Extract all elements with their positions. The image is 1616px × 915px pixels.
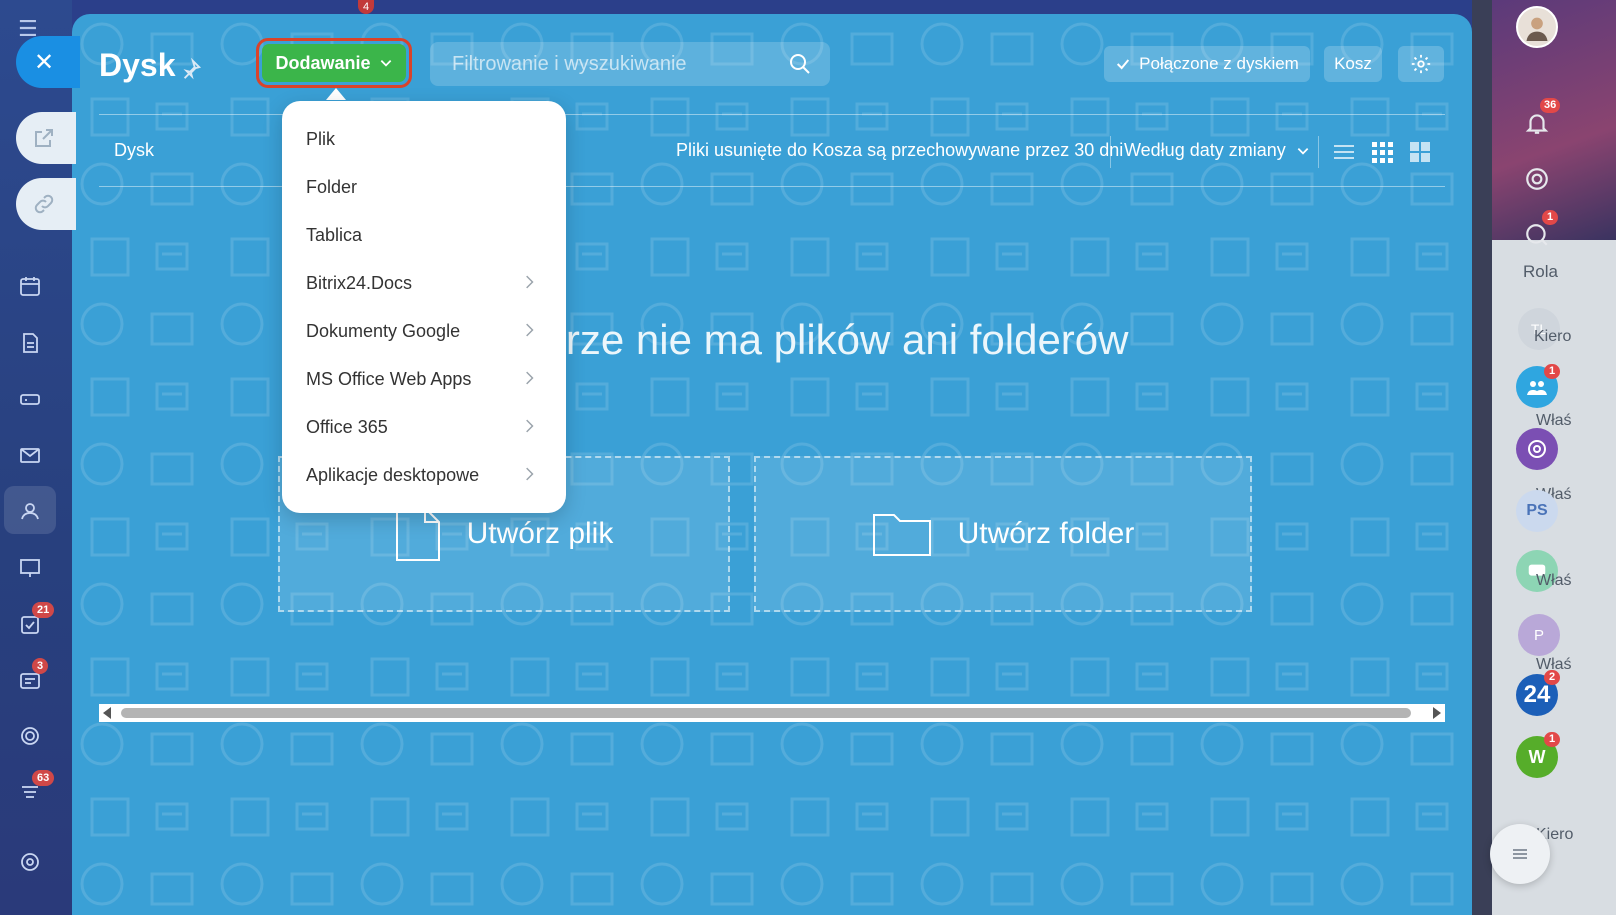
- chat-badge: 1: [1542, 210, 1558, 225]
- check-icon: [1117, 59, 1130, 70]
- search-icon[interactable]: [788, 52, 812, 76]
- menu-item-label: MS Office Web Apps: [306, 368, 472, 389]
- sort-label: Według daty zmiany: [1124, 140, 1286, 160]
- toolbar-separator: [1110, 136, 1111, 168]
- menu-item-file[interactable]: Plik: [282, 115, 566, 163]
- menu-item-board[interactable]: Tablica: [282, 211, 566, 259]
- settings-button[interactable]: [1398, 46, 1444, 82]
- add-dropdown-menu: Plik Folder Tablica Bitrix24.Docs Dokume…: [282, 101, 566, 513]
- menu-item-label: Plik: [306, 128, 336, 149]
- menu-item-label: Bitrix24.Docs: [306, 272, 413, 293]
- create-folder-button[interactable]: Utwórz folder: [754, 456, 1252, 612]
- role-label: Rola: [1523, 262, 1558, 281]
- chevron-right-icon: [526, 467, 534, 481]
- contact-label: Właś: [1536, 412, 1572, 429]
- menu-item-label: Aplikacje desktopowe: [306, 464, 480, 485]
- link-icon: [34, 194, 54, 214]
- openline-icon: [1528, 440, 1546, 458]
- document-icon[interactable]: [14, 327, 46, 359]
- bell-icon: [1525, 114, 1549, 134]
- openline-button[interactable]: [1516, 428, 1558, 470]
- menu-item-label: Tablica: [306, 224, 363, 245]
- trash-retention-info: Pliki usunięte do Kosza są przechowywane…: [676, 140, 1124, 160]
- menu-item-ms-office-web[interactable]: MS Office Web Apps: [282, 355, 566, 403]
- trash-label: Kosz: [1334, 54, 1372, 73]
- notifications-badge: 36: [1540, 98, 1561, 113]
- contact-avatar-p[interactable]: P: [1518, 614, 1560, 656]
- chevron-right-icon: [526, 419, 534, 433]
- group-badge: 1: [1544, 364, 1560, 379]
- close-icon: ✕: [34, 48, 55, 76]
- menu-item-bitrix-docs[interactable]: Bitrix24.Docs: [282, 259, 566, 307]
- users-icon[interactable]: [14, 495, 46, 527]
- search-input[interactable]: [452, 42, 772, 86]
- list-icon: [1513, 849, 1527, 859]
- group-icon: [1527, 381, 1547, 395]
- menu-caret: [326, 88, 346, 100]
- mail-icon[interactable]: [14, 439, 46, 471]
- menu-item-google-docs[interactable]: Dokumenty Google: [282, 307, 566, 355]
- feed-badge: 3: [32, 658, 49, 674]
- presentation-icon[interactable]: [14, 552, 46, 584]
- calendar-icon[interactable]: [14, 270, 46, 302]
- breadcrumb[interactable]: Dysk: [114, 140, 154, 161]
- settings-gear-icon[interactable]: [14, 846, 46, 878]
- menu-item-desktop-apps[interactable]: Aplikacje desktopowe: [282, 451, 566, 499]
- create-file-label: Utwórz plik: [466, 517, 614, 550]
- external-link-icon: [35, 129, 53, 147]
- pin-icon[interactable]: [180, 58, 202, 80]
- connected-drive-label: Połączone z dyskiem: [1139, 54, 1299, 73]
- trash-button[interactable]: Kosz: [1324, 46, 1382, 82]
- target-icon[interactable]: [14, 720, 46, 752]
- chat-icon: [1526, 224, 1548, 246]
- horizontal-scrollbar[interactable]: [99, 704, 1445, 722]
- add-button[interactable]: Dodawanie: [256, 38, 412, 88]
- w-badge: 1: [1544, 732, 1560, 747]
- bitrix-badge: 2: [1544, 670, 1560, 685]
- chevron-right-icon: [526, 371, 534, 385]
- scroll-left-arrow[interactable]: [103, 707, 111, 719]
- radar-icon: [1526, 168, 1548, 190]
- chat-list-fab[interactable]: [1490, 824, 1550, 884]
- grid-view-icon[interactable]: [1370, 140, 1394, 164]
- create-folder-label: Utwórz folder: [957, 517, 1135, 550]
- folder-icon: [872, 514, 931, 556]
- list-view-icon[interactable]: [1332, 140, 1356, 164]
- menu-item-office-365[interactable]: Office 365: [282, 403, 566, 451]
- activity-button[interactable]: [1516, 158, 1558, 200]
- gear-icon: [1411, 54, 1431, 74]
- page-title: Dysk: [99, 47, 176, 83]
- top-notification-badge: 4: [358, 0, 375, 14]
- avatar-icon: [1526, 17, 1548, 41]
- chevron-right-icon: [526, 323, 534, 337]
- user-avatar[interactable]: [1516, 6, 1558, 48]
- tile-view-icon[interactable]: [1408, 140, 1432, 164]
- file-icon: [395, 507, 440, 561]
- contact-label: Właś: [1536, 572, 1572, 589]
- menu-item-label: Dokumenty Google: [306, 320, 461, 341]
- connected-drive-button[interactable]: Połączone z dyskiem: [1104, 46, 1310, 82]
- tasks-badge: 21: [32, 602, 55, 618]
- menu-item-folder[interactable]: Folder: [282, 163, 566, 211]
- chevron-down-icon: [1297, 147, 1309, 155]
- drive-icon[interactable]: [14, 383, 46, 415]
- add-button-label: Dodawanie: [275, 52, 371, 73]
- workflow-badge: 63: [32, 770, 55, 786]
- contact-label: Kiero: [1534, 328, 1572, 345]
- sort-dropdown[interactable]: Według daty zmiany: [1124, 140, 1310, 161]
- toolbar-separator: [1318, 136, 1319, 168]
- scroll-right-arrow[interactable]: [1433, 707, 1441, 719]
- chevron-down-icon: [380, 60, 391, 67]
- scrollbar-thumb[interactable]: [121, 708, 1411, 718]
- open-new-window-button[interactable]: [16, 112, 76, 164]
- copy-link-button[interactable]: [16, 178, 76, 230]
- search-box[interactable]: [430, 42, 830, 86]
- close-slider-button[interactable]: ✕: [16, 36, 80, 88]
- menu-item-label: Folder: [306, 176, 358, 197]
- contact-avatar-ps[interactable]: PS: [1516, 490, 1558, 532]
- chevron-right-icon: [526, 275, 534, 289]
- menu-item-label: Office 365: [306, 416, 388, 437]
